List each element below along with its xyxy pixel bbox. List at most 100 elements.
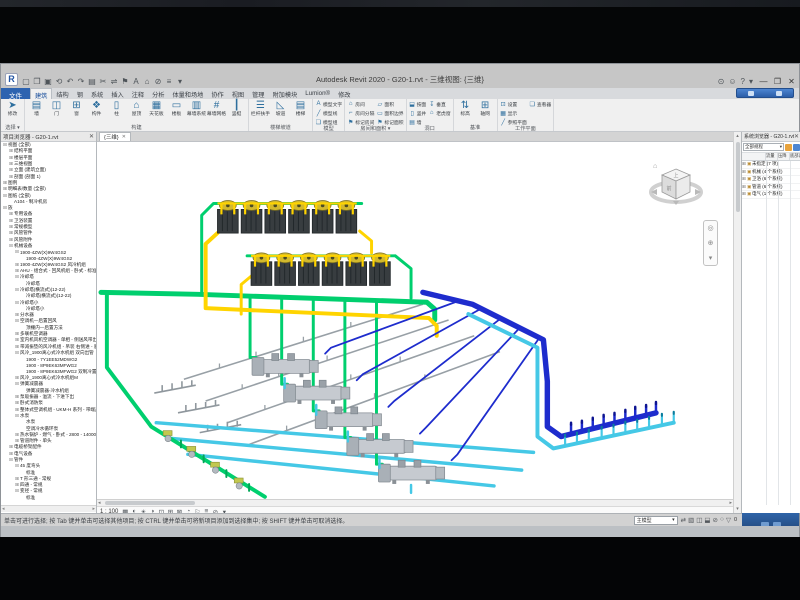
system-row[interactable]: ⊞▣电气 (1 个系统): [742, 191, 800, 199]
level-button[interactable]: ⇅标高: [456, 100, 475, 117]
ramp-button[interactable]: ◺坡道: [271, 100, 290, 117]
ceiling-button[interactable]: ▦天花板: [147, 100, 166, 117]
qat-dropdown-icon[interactable]: ▾: [175, 77, 185, 86]
system-row[interactable]: ⊞▣未指定 (7 项): [742, 161, 800, 169]
canvas-vertical-scrollbar[interactable]: ▴ ▾: [733, 132, 741, 513]
discipline-select[interactable]: 全部规程 ▾: [743, 143, 784, 151]
close-icon[interactable]: ✕: [89, 133, 96, 140]
tab-massing-site[interactable]: 体量和场地: [168, 88, 207, 99]
select-links-icon[interactable]: ⊘: [713, 516, 718, 524]
worksets-icon[interactable]: ⇄: [681, 516, 686, 524]
print-icon[interactable]: ▤: [87, 77, 97, 86]
project-browser-header[interactable]: 项目浏览器 - G20-1.rvt ✕: [1, 132, 96, 142]
editable-only-icon[interactable]: ▧: [688, 516, 694, 524]
yellow-pipes[interactable]: [206, 231, 437, 336]
viewer-button[interactable]: ❏查看器: [529, 100, 551, 108]
ref-plane-button[interactable]: ╱参照平面: [500, 118, 527, 126]
scrollbar-thumb[interactable]: [105, 501, 195, 505]
scroll-down-icon[interactable]: ▾: [734, 505, 741, 513]
view-tab-3d[interactable]: {三维} ✕: [99, 132, 131, 141]
component-button[interactable]: ❖构件: [87, 100, 106, 117]
search-icon[interactable]: ⊙: [718, 77, 725, 86]
cooling-tower-bank-2[interactable]: [251, 253, 390, 286]
window-button[interactable]: ⊞窗: [67, 100, 86, 117]
tree-item[interactable]: ⊞AHU - 组合式 - 回风机组 - 卧式 - 标准 - 2000 - 500…: [1, 268, 96, 274]
autofit-icon[interactable]: [785, 144, 792, 151]
default-3d-view-icon[interactable]: ⌂: [142, 77, 152, 86]
area-button[interactable]: ▱面积: [376, 100, 403, 108]
dormer-button[interactable]: ⌂老虎窗: [428, 109, 450, 117]
scroll-right-icon[interactable]: ▸: [92, 506, 95, 512]
mullion-button[interactable]: ┃竖梃: [227, 100, 246, 117]
model-text-button[interactable]: A模型文字: [315, 100, 342, 108]
tree-item[interactable]: ⊞1900-4ZW(X)9W4GS2 风冷机组: [1, 262, 96, 268]
navigation-bar[interactable]: ◎ ⊕ ▾: [703, 220, 718, 266]
navbar-more-icon[interactable]: ▾: [709, 254, 713, 262]
cooling-tower-bank-1[interactable]: [217, 201, 356, 234]
floor-button[interactable]: ▭楼板: [167, 100, 186, 117]
redo-icon[interactable]: ↷: [76, 77, 86, 86]
new-icon[interactable]: ▢: [21, 77, 31, 86]
infocenter-panel[interactable]: [736, 88, 794, 98]
project-browser-scrollbar[interactable]: ◂ ▸: [1, 505, 96, 512]
tag-room-button[interactable]: ⚑标记房间: [347, 118, 374, 126]
scroll-right-icon[interactable]: ▸: [729, 500, 732, 506]
minimize-button[interactable]: —: [758, 77, 769, 86]
revit-logo-icon[interactable]: R: [5, 73, 18, 86]
tab-manage[interactable]: 管理: [248, 88, 268, 99]
system-row[interactable]: ⊞▣管道 (6 个系统): [742, 184, 800, 192]
section-icon[interactable]: ⊘: [153, 77, 163, 86]
tab-structure[interactable]: 结构: [52, 88, 72, 99]
scrollbar-thumb[interactable]: [736, 142, 740, 212]
save-icon[interactable]: ▣: [43, 77, 53, 86]
cut-icon[interactable]: ✂: [98, 77, 108, 86]
modify-button[interactable]: ➤修改: [3, 100, 22, 117]
tab-architecture[interactable]: 建筑: [30, 88, 52, 99]
close-icon[interactable]: ✕: [794, 133, 800, 140]
grid-button[interactable]: ⊞轴网: [476, 100, 495, 117]
system-browser-header[interactable]: 系统浏览器 - G20-1.rvt ✕: [742, 132, 800, 142]
show-workplane-button[interactable]: ▦显示: [500, 109, 527, 117]
scroll-left-icon[interactable]: ◂: [98, 500, 101, 506]
tab-view[interactable]: 视图: [228, 88, 248, 99]
room-button[interactable]: ⌂房间: [347, 100, 374, 108]
tree-item[interactable]: ⊟风冷_1900离心式冷水机组 双向出管: [1, 350, 96, 356]
view-cube[interactable]: 上 前 ⌂: [649, 160, 705, 214]
model-line-button[interactable]: ╱模型线: [315, 109, 342, 117]
tree-item[interactable]: 标准: [1, 495, 96, 501]
by-face-button[interactable]: ⬓按面: [409, 100, 427, 108]
zoom-icon[interactable]: ⊕: [708, 239, 714, 247]
text-icon[interactable]: A: [131, 77, 141, 86]
roof-button[interactable]: ⌂屋顶: [127, 100, 146, 117]
vertical-opening-button[interactable]: ↧垂直: [428, 100, 450, 108]
tree-item[interactable]: ⊞热水锅炉 - 燃气 - 卧式 - 2800 - 14000 kW: [1, 432, 96, 438]
tab-insert[interactable]: 插入: [107, 88, 127, 99]
undo-icon[interactable]: ↶: [65, 77, 75, 86]
column-header[interactable]: 流量: [766, 153, 778, 160]
file-tab[interactable]: 文件: [1, 88, 30, 99]
dropdown-icon[interactable]: ▾: [749, 77, 753, 86]
set-workplane-button[interactable]: ⊡设置: [500, 100, 527, 108]
tab-steel[interactable]: 钢: [73, 88, 87, 99]
shaft-button[interactable]: ▯竖井: [409, 109, 427, 117]
stair-button[interactable]: ▤楼梯: [291, 100, 310, 117]
tab-modify[interactable]: 修改: [334, 88, 354, 99]
scroll-up-icon[interactable]: ▴: [734, 132, 741, 140]
restore-button[interactable]: ❐: [772, 77, 783, 86]
open-icon[interactable]: ❐: [32, 77, 42, 86]
user-icon[interactable]: ☺: [728, 77, 736, 86]
thin-lines-icon[interactable]: ≡: [164, 77, 174, 86]
close-icon[interactable]: ✕: [122, 134, 126, 140]
system-row[interactable]: ⊞▣机械 (4 个系统): [742, 169, 800, 177]
design-option-select[interactable]: 主模型 ▾: [634, 516, 678, 525]
scroll-left-icon[interactable]: ◂: [2, 506, 5, 512]
railing-button[interactable]: ☰栏杆扶手: [251, 100, 270, 117]
tab-systems[interactable]: 系统: [87, 88, 107, 99]
tree-item[interactable]: ⊞室内机风机空调器 - 单相 - 侧送风带出口格栅: [1, 337, 96, 343]
model-group-button[interactable]: ❏模型组: [315, 118, 342, 126]
close-button[interactable]: ✕: [786, 77, 797, 86]
tab-annotate[interactable]: 注释: [128, 88, 148, 99]
system-row[interactable]: ⊞▣卫浴 (6 个系统): [742, 176, 800, 184]
tree-item[interactable]: ⊞带减振垫的风冷机组 - 吊装 右侧进 - 底部出风: [1, 344, 96, 350]
tab-analyze[interactable]: 分析: [148, 88, 168, 99]
